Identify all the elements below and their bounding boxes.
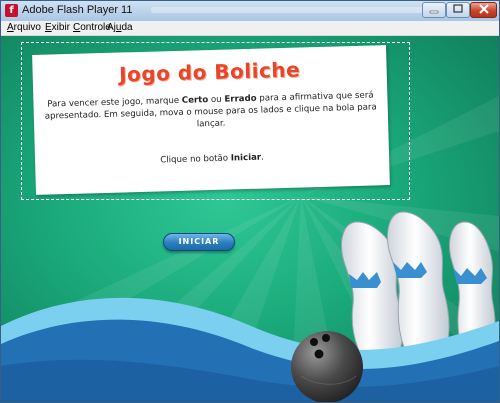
- maximize-icon: [453, 4, 463, 13]
- minimize-button[interactable]: [422, 2, 446, 18]
- title-bar-glass-reflection: [151, 7, 461, 13]
- close-button[interactable]: [470, 2, 497, 18]
- game-stage[interactable]: Jogo do Boliche Para vencer este jogo, m…: [1, 36, 499, 402]
- maximize-button[interactable]: [446, 2, 470, 18]
- menu-exibir[interactable]: Exibir: [45, 22, 70, 33]
- menu-ajuda[interactable]: Ajuda: [107, 22, 133, 33]
- menu-controle[interactable]: Controle: [73, 22, 111, 33]
- title-bar[interactable]: f Adobe Flash Player 11: [1, 1, 499, 21]
- waves-and-bowling-scene: [1, 211, 499, 402]
- menu-arquivo[interactable]: Arquivo: [7, 22, 41, 33]
- menu-bar: Arquivo Exibir Controle Ajuda: [1, 21, 499, 36]
- window-title: Adobe Flash Player 11: [22, 4, 133, 16]
- close-icon: [478, 4, 489, 14]
- flash-player-icon: f: [5, 4, 18, 17]
- flash-player-window: f Adobe Flash Player 11 Arquivo Exibir C…: [0, 0, 500, 403]
- bowling-ball[interactable]: [291, 331, 363, 402]
- minimize-icon: [429, 10, 439, 14]
